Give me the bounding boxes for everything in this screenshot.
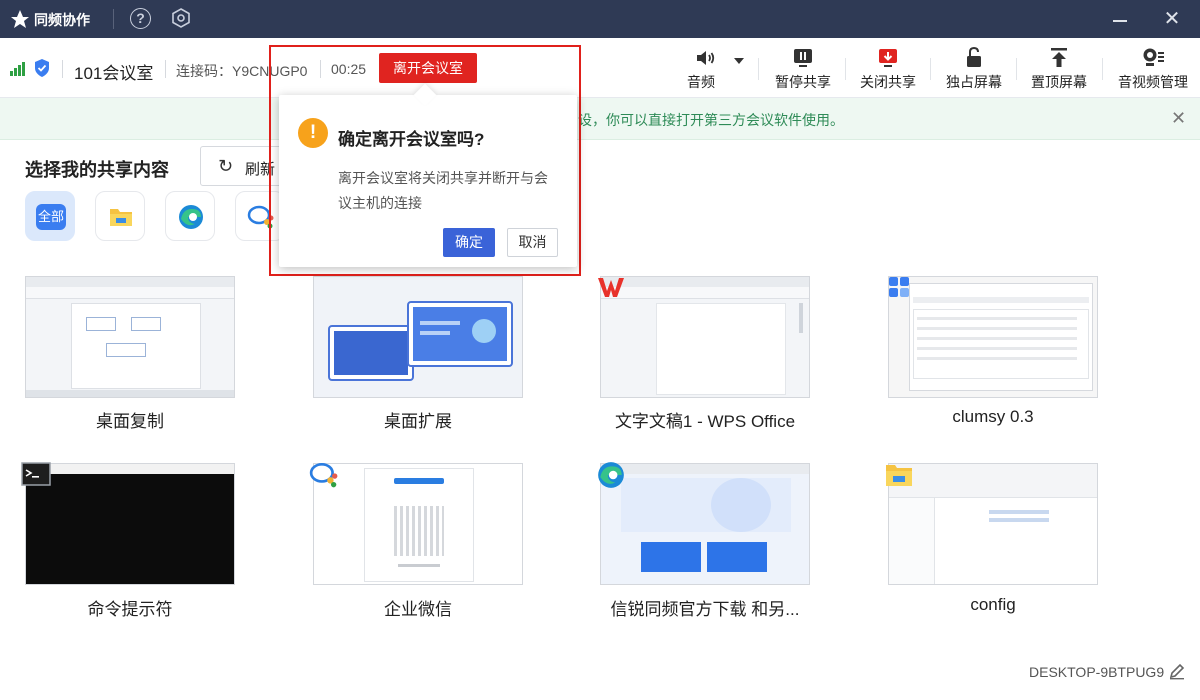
- edit-icon[interactable]: [1168, 662, 1186, 680]
- toolbar-divider: [62, 60, 63, 78]
- toolbar-divider: [165, 60, 166, 78]
- leave-confirm-dialog: ! 确定离开会议室吗? 离开会议室将关闭共享并断开与会议主机的连接 确定 取消: [279, 83, 577, 267]
- share-thumb-label: 文字文稿1 - WPS Office: [614, 412, 796, 431]
- av-manage-button[interactable]: 音视频管理: [1112, 46, 1194, 94]
- title-divider: [113, 9, 114, 29]
- share-thumb-label: 桌面扩展: [384, 412, 452, 431]
- chevron-down-icon[interactable]: [734, 58, 744, 64]
- clumsy-icon: [889, 277, 909, 297]
- device-name: DESKTOP-9BTPUG9: [1029, 664, 1165, 680]
- notice-text: 设，你可以直接打开第三方会议软件使用。: [578, 112, 844, 128]
- share-thumb-desktop-extend[interactable]: [313, 276, 523, 398]
- confirm-button[interactable]: 确定: [443, 228, 495, 257]
- exclusive-screen-button[interactable]: 独占屏幕: [939, 46, 1009, 94]
- audio-button[interactable]: 音频: [680, 46, 744, 94]
- refresh-icon: ↻: [218, 156, 234, 176]
- notice-bar: 设，你可以直接打开第三方会议软件使用。 ✕: [0, 98, 1200, 140]
- toolbar-divider: [758, 58, 759, 80]
- share-thumb-cmd[interactable]: [25, 463, 235, 585]
- share-thumb-wps[interactable]: [600, 276, 810, 398]
- share-thumb-config[interactable]: [888, 463, 1098, 585]
- pause-share-icon: [794, 49, 812, 67]
- meeting-toolbar: 101会议室 连接码：Y9CNUGP0 00:25 离开会议室 音频 暂停共享: [0, 38, 1200, 98]
- edge-icon: [598, 462, 624, 488]
- security-shield-icon: [35, 59, 49, 77]
- settings-icon[interactable]: [170, 7, 192, 29]
- exclusive-screen-label: 独占屏幕: [946, 74, 1002, 90]
- file-explorer-icon: [110, 209, 132, 226]
- wecom-icon: [309, 462, 338, 488]
- close-notice-icon[interactable]: ✕: [1171, 108, 1186, 129]
- audio-label: 音频: [687, 74, 715, 90]
- filter-all[interactable]: 全部: [25, 191, 75, 241]
- pause-share-button[interactable]: 暂停共享: [768, 46, 838, 94]
- minimize-icon[interactable]: [1113, 20, 1127, 22]
- help-icon[interactable]: ?: [130, 8, 151, 29]
- wps-icon: [598, 278, 624, 297]
- pin-screen-label: 置顶屏幕: [1031, 74, 1087, 90]
- speaker-icon: [697, 51, 715, 65]
- warning-icon: !: [298, 118, 328, 148]
- toolbar-divider: [845, 58, 846, 80]
- av-manage-label: 音视频管理: [1118, 74, 1188, 90]
- share-thumb-clumsy[interactable]: [888, 276, 1098, 398]
- dialog-title: 确定离开会议室吗?: [338, 130, 485, 149]
- share-thumb-wecom[interactable]: [313, 463, 523, 585]
- filter-file-explorer[interactable]: [95, 191, 145, 241]
- pin-screen-button[interactable]: 置顶屏幕: [1024, 46, 1094, 94]
- all-filter-icon: 全部: [36, 204, 66, 230]
- edge-icon: [179, 205, 203, 229]
- stop-share-label: 关闭共享: [860, 74, 916, 90]
- cmd-icon: [21, 462, 51, 486]
- toolbar-divider: [930, 58, 931, 80]
- share-section-title: 选择我的共享内容: [25, 160, 169, 180]
- share-thumb-desktop-copy[interactable]: [25, 276, 235, 398]
- share-thumb-label: 桌面复制: [96, 412, 164, 431]
- av-manage-icon: [1143, 48, 1164, 66]
- toolbar-divider: [1016, 58, 1017, 80]
- stop-share-icon: [879, 49, 897, 67]
- pin-top-icon: [1051, 48, 1067, 67]
- dialog-message: 离开会议室将关闭共享并断开与会议主机的连接: [338, 170, 548, 211]
- room-name: 101会议室: [74, 64, 154, 83]
- share-thumb-label: 命令提示符: [87, 600, 173, 619]
- cancel-button[interactable]: 取消: [507, 228, 558, 257]
- share-thumb-label: 企业微信: [384, 600, 452, 619]
- filter-edge[interactable]: [165, 191, 215, 241]
- close-icon[interactable]: ✕: [1163, 9, 1181, 29]
- app-name: 同频协作: [34, 12, 90, 28]
- signal-strength-icon: [10, 62, 26, 76]
- lock-screen-icon: [967, 46, 981, 67]
- app-logo-icon: [11, 10, 29, 28]
- pause-share-label: 暂停共享: [775, 74, 831, 90]
- toolbar-divider: [1102, 58, 1103, 80]
- share-thumb-label: clumsy 0.3: [952, 407, 1034, 426]
- share-thumb-label: 信锐同频官方下载 和另...: [610, 600, 800, 619]
- folder-icon: [886, 465, 912, 486]
- stop-share-button[interactable]: 关闭共享: [853, 46, 923, 94]
- share-thumb-edge[interactable]: [600, 463, 810, 585]
- title-bar: 同频协作 ? ✕: [0, 0, 1200, 38]
- share-thumb-label: config: [970, 595, 1016, 614]
